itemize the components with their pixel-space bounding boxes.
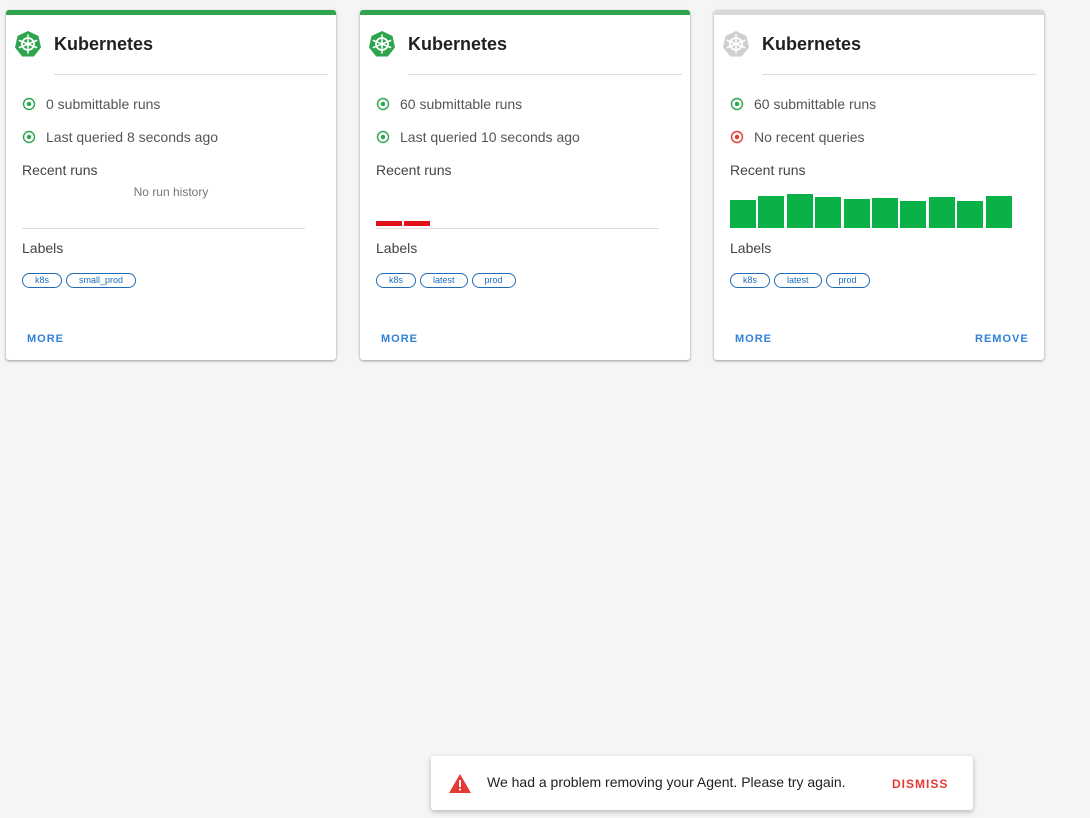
- more-button[interactable]: MORE: [381, 333, 418, 345]
- submittable-text: 60 submittable runs: [400, 96, 523, 112]
- recent-runs-label: Recent runs: [22, 162, 98, 178]
- run-bar-success[interactable]: [872, 198, 898, 228]
- query-status-text: Last queried 10 seconds ago: [400, 129, 580, 145]
- card-title: Kubernetes: [762, 33, 862, 54]
- run-bar-success[interactable]: [929, 197, 955, 228]
- label-tag[interactable]: prod: [825, 273, 870, 288]
- card-header: Kubernetes: [722, 28, 861, 60]
- label-tag[interactable]: k8s: [376, 273, 417, 288]
- query-status: Last queried 8 seconds ago: [22, 129, 218, 145]
- chart-baseline: [22, 228, 305, 229]
- run-bar-success[interactable]: [844, 199, 870, 228]
- label-tag[interactable]: prod: [471, 273, 516, 288]
- agent-card: Kubernetes 60 submittable runs Last quer…: [360, 10, 690, 360]
- submittable-runs: 0 submittable runs: [22, 96, 160, 112]
- recent-runs-label: Recent runs: [376, 162, 452, 178]
- label-tags: k8s latest prod: [730, 273, 870, 288]
- snackbar-message: We had a problem removing your Agent. Pl…: [487, 774, 846, 790]
- card-header: Kubernetes: [14, 28, 153, 60]
- query-status: Last queried 10 seconds ago: [376, 129, 580, 145]
- recent-runs-chart: [376, 188, 660, 228]
- status-ok-icon: [22, 130, 36, 144]
- agent-card: Kubernetes 0 submittable runs Last queri…: [6, 10, 336, 360]
- submittable-runs: 60 submittable runs: [376, 96, 522, 112]
- run-bar-success[interactable]: [900, 201, 926, 228]
- label-tags: k8s latest prod: [376, 273, 516, 288]
- query-status: No recent queries: [730, 129, 865, 145]
- label-tag[interactable]: k8s: [22, 273, 63, 288]
- warning-icon: [449, 774, 471, 793]
- labels-label: Labels: [730, 240, 772, 256]
- error-snackbar: We had a problem removing your Agent. Pl…: [431, 756, 973, 810]
- label-tag[interactable]: latest: [774, 273, 822, 288]
- card-header: Kubernetes: [368, 28, 507, 60]
- divider: [54, 74, 328, 75]
- status-bar: [360, 10, 690, 15]
- dismiss-button[interactable]: DISMISS: [892, 777, 948, 791]
- status-ok-icon: [730, 97, 744, 111]
- label-tags: k8s small_prod: [22, 273, 137, 288]
- divider: [762, 74, 1036, 75]
- run-bar-success[interactable]: [957, 201, 983, 228]
- label-tag[interactable]: small_prod: [66, 273, 137, 288]
- run-bar-success[interactable]: [730, 200, 756, 228]
- card-title: Kubernetes: [408, 33, 508, 54]
- divider: [408, 74, 682, 75]
- submittable-runs: 60 submittable runs: [730, 96, 876, 112]
- kubernetes-icon: [369, 31, 395, 57]
- remove-button[interactable]: REMOVE: [975, 333, 1029, 345]
- recent-runs-chart: [730, 188, 1014, 228]
- label-tag[interactable]: latest: [420, 273, 468, 288]
- kubernetes-icon: [15, 31, 41, 57]
- query-status-text: Last queried 8 seconds ago: [46, 129, 219, 145]
- run-bar-success[interactable]: [815, 197, 841, 228]
- submittable-text: 0 submittable runs: [46, 96, 161, 112]
- recent-runs-label: Recent runs: [730, 162, 806, 178]
- status-bar: [714, 10, 1044, 15]
- run-bar-failed[interactable]: [404, 221, 430, 226]
- labels-label: Labels: [376, 240, 418, 256]
- status-bar: [6, 10, 336, 15]
- more-button[interactable]: MORE: [735, 333, 772, 345]
- status-ok-icon: [22, 97, 36, 111]
- labels-label: Labels: [22, 240, 64, 256]
- status-error-icon: [730, 130, 744, 144]
- status-ok-icon: [376, 97, 390, 111]
- no-run-history: No run history: [133, 185, 209, 199]
- agent-card: Kubernetes 60 submittable runs No recent…: [714, 10, 1044, 360]
- card-title: Kubernetes: [54, 33, 154, 54]
- run-bar-success[interactable]: [986, 196, 1012, 228]
- more-button[interactable]: MORE: [27, 333, 64, 345]
- status-ok-icon: [376, 130, 390, 144]
- run-bar-success[interactable]: [787, 194, 813, 228]
- query-status-text: No recent queries: [754, 129, 865, 145]
- kubernetes-icon: [723, 31, 749, 57]
- run-bar-success[interactable]: [758, 196, 784, 228]
- run-bar-failed[interactable]: [376, 221, 402, 226]
- submittable-text: 60 submittable runs: [754, 96, 877, 112]
- label-tag[interactable]: k8s: [730, 273, 771, 288]
- chart-baseline: [376, 228, 659, 229]
